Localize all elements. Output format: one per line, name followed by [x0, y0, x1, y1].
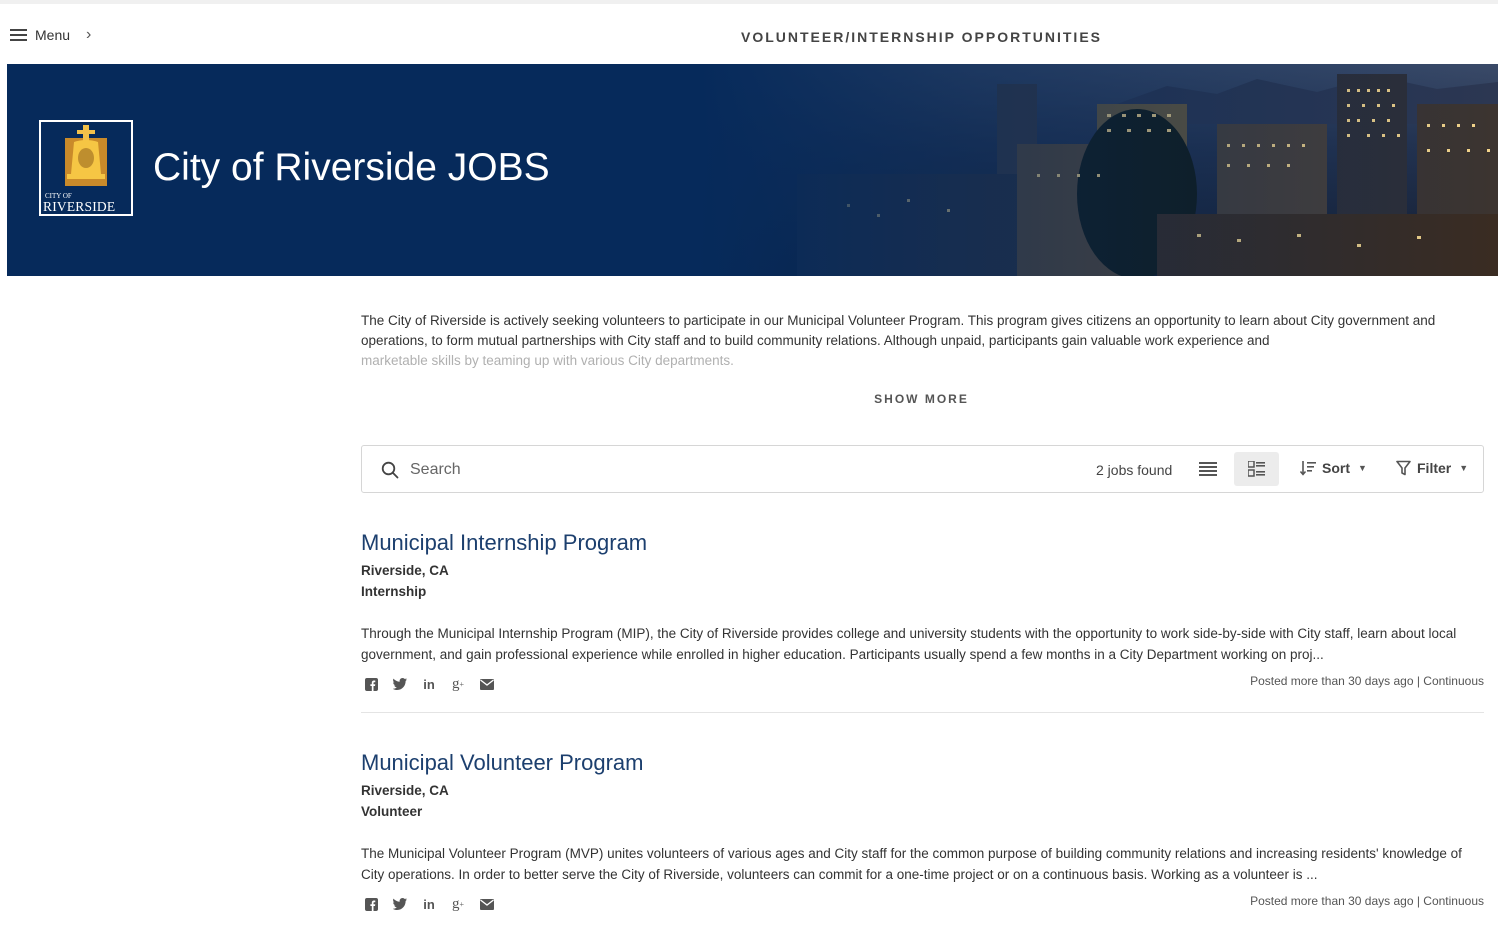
show-more-button[interactable]: SHOW MORE: [0, 392, 1498, 406]
job-type: Internship: [361, 584, 427, 599]
search-input[interactable]: [410, 458, 1010, 482]
google-plus-icon[interactable]: g +: [450, 896, 466, 912]
job-description: The Municipal Volunteer Program (MVP) un…: [361, 846, 1462, 882]
posted-info: Posted more than 30 days ago | Continuou…: [1250, 894, 1484, 908]
sort-button[interactable]: Sort ▼: [1300, 460, 1367, 476]
logo-name: RIVERSIDE: [43, 199, 116, 214]
facebook-icon[interactable]: [363, 896, 379, 912]
job-description: Through the Municipal Internship Program…: [361, 626, 1457, 662]
divider: [361, 712, 1484, 713]
job-title-link[interactable]: Municipal Internship Program: [361, 530, 1484, 560]
city-skyline-image: [697, 64, 1498, 276]
twitter-icon[interactable]: [392, 896, 408, 912]
top-bar: Menu › VOLUNTEER/INTERNSHIP OPPORTUNITIE…: [0, 0, 1498, 64]
list-view-icon[interactable]: [1199, 461, 1217, 477]
caret-down-icon: ▼: [1358, 463, 1367, 473]
sort-icon: [1300, 461, 1316, 476]
search-icon: [381, 461, 399, 479]
site-title: City of Riverside JOBS: [153, 146, 550, 189]
city-of-riverside-logo[interactable]: CITY OF RIVERSIDE: [39, 120, 133, 216]
filter-icon: [1396, 460, 1411, 476]
email-icon[interactable]: [479, 676, 495, 692]
job-card: Municipal Internship Program Riverside, …: [361, 530, 1484, 713]
caret-down-icon: ▼: [1459, 463, 1469, 473]
job-type: Volunteer: [361, 804, 423, 819]
job-card: Municipal Volunteer Program Riverside, C…: [361, 750, 1484, 912]
job-location: Riverside, CA: [361, 783, 449, 798]
filter-label: Filter: [1417, 460, 1452, 476]
job-location: Riverside, CA: [361, 563, 449, 578]
share-icons: in g +: [363, 896, 495, 912]
intro-paragraph: The City of Riverside is actively seekin…: [361, 313, 1436, 348]
twitter-icon[interactable]: [392, 676, 408, 692]
facebook-icon[interactable]: [363, 676, 379, 692]
job-title-link[interactable]: Municipal Volunteer Program: [361, 750, 1484, 780]
card-view-button[interactable]: [1234, 452, 1279, 486]
posted-info: Posted more than 30 days ago | Continuou…: [1250, 674, 1484, 688]
page-heading: VOLUNTEER/INTERNSHIP OPPORTUNITIES: [741, 29, 1102, 45]
card-view-icon: [1248, 461, 1265, 477]
linkedin-icon[interactable]: in: [421, 676, 437, 692]
intro-faded-text: marketable skills by teaming up with var…: [361, 353, 734, 368]
sort-label: Sort: [1322, 460, 1350, 476]
filter-button[interactable]: Filter ▼: [1396, 460, 1468, 476]
bell-icon: [65, 125, 107, 186]
search-bar: 2 jobs found Sort ▼ Filter ▼: [361, 445, 1484, 493]
google-plus-icon[interactable]: g +: [450, 676, 466, 692]
linkedin-icon[interactable]: in: [421, 896, 437, 912]
email-icon[interactable]: [479, 896, 495, 912]
jobs-found-count: 2 jobs found: [1096, 462, 1173, 478]
intro-text: The City of Riverside is actively seekin…: [361, 311, 1471, 371]
hero-banner: CITY OF RIVERSIDE City of Riverside JOBS: [7, 64, 1498, 276]
share-icons: in g +: [363, 676, 495, 692]
